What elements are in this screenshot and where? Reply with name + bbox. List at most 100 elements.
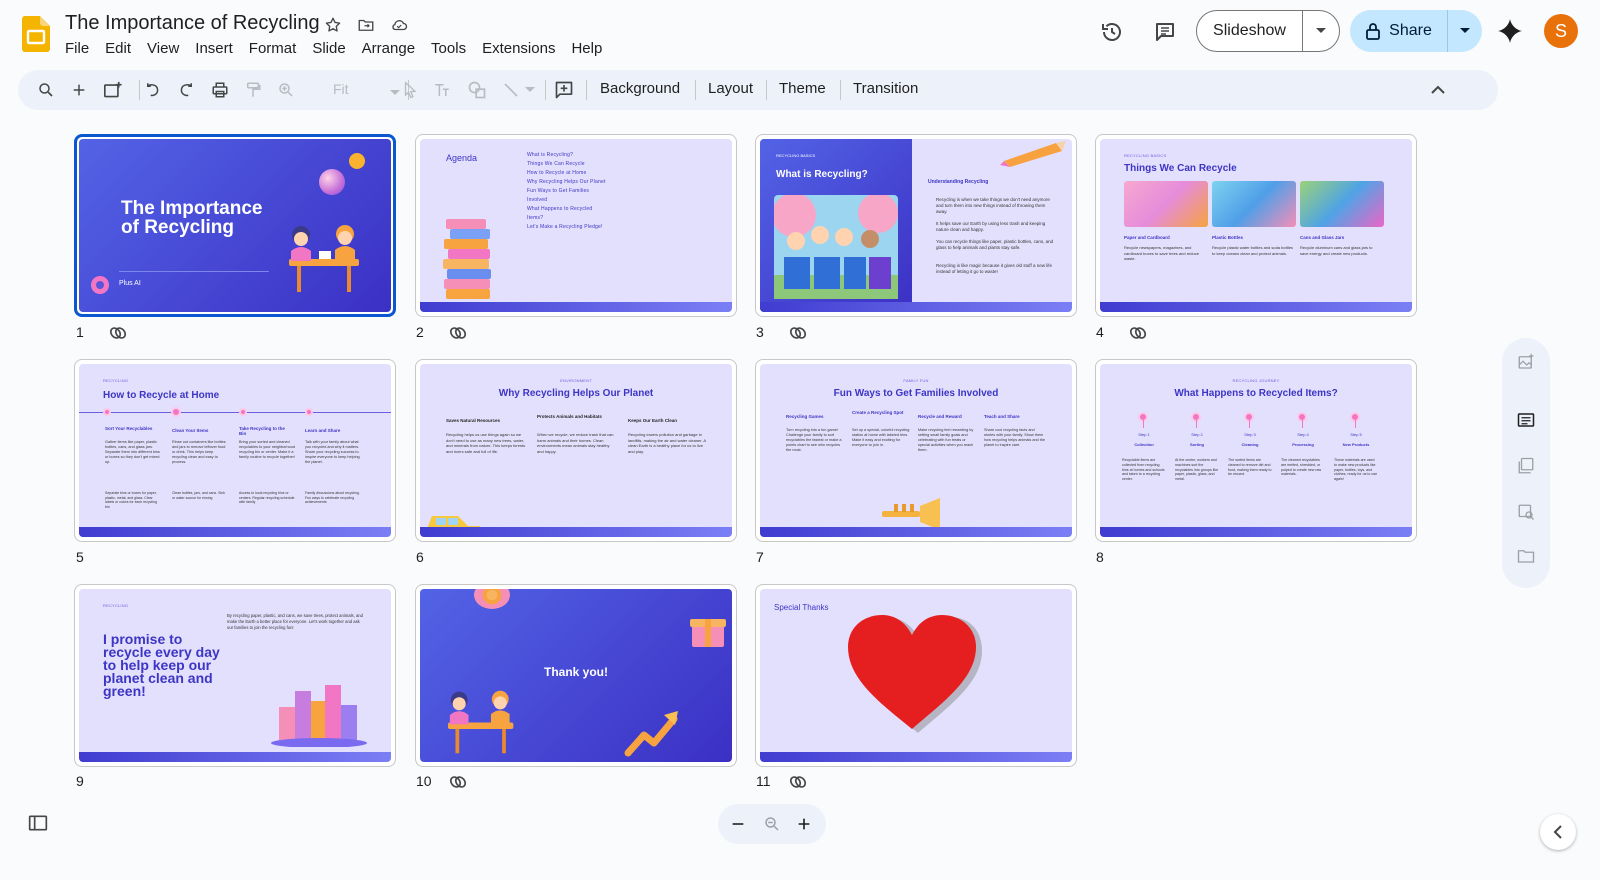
step-name: Sorting xyxy=(1190,442,1204,447)
slide-footer-bar xyxy=(420,527,732,537)
plus-icon[interactable] xyxy=(65,76,93,104)
slide-7-col-text: Turn recycling into a fun game! Challeng… xyxy=(786,428,842,452)
kids-at-table-illustration xyxy=(289,225,359,292)
slide-thumbnail-2[interactable]: Agenda What is Recycling? Things We Can … xyxy=(415,134,737,317)
text-box-icon[interactable] xyxy=(428,76,456,104)
move-to-folder-icon[interactable] xyxy=(355,14,377,36)
redo-icon[interactable] xyxy=(172,76,200,104)
paint-format-icon[interactable] xyxy=(239,76,267,104)
slide-8-section: RECYCLING JOURNEY xyxy=(1232,378,1280,383)
slide-thumbnail-7[interactable]: FAMILY FUN Fun Ways to Get Families Invo… xyxy=(755,359,1077,542)
step-label: Step 3 xyxy=(1244,432,1256,437)
transition-button[interactable]: Transition xyxy=(853,80,918,97)
avatar[interactable]: S xyxy=(1544,14,1578,48)
slide-8-title: What Happens to Recycled Items? xyxy=(1174,388,1338,399)
menu-file[interactable]: File xyxy=(57,38,97,59)
print-icon[interactable] xyxy=(206,76,234,104)
layout-button[interactable]: Layout xyxy=(708,80,753,97)
chevron-left-icon[interactable] xyxy=(1540,814,1576,850)
menu-insert[interactable]: Insert xyxy=(187,38,241,59)
link-icon[interactable] xyxy=(448,323,468,343)
collapse-toolbar-icon[interactable] xyxy=(1424,76,1452,104)
slide-5-canvas: RECYCLING How to Recycle at Home Sort Yo… xyxy=(79,364,391,537)
slide-thumbnail-5[interactable]: RECYCLING How to Recycle at Home Sort Yo… xyxy=(74,359,396,542)
zoom-in-icon[interactable] xyxy=(794,814,814,834)
slide-4-col-heading: Paper and Cardboard xyxy=(1124,235,1170,240)
new-slide-icon[interactable] xyxy=(99,76,127,104)
zoom-reset-icon[interactable] xyxy=(762,814,782,834)
slide-thumbnail-8[interactable]: RECYCLING JOURNEY What Happens to Recycl… xyxy=(1095,359,1417,542)
slide-6-section: ENVIRONMENT xyxy=(560,378,592,383)
step-stem xyxy=(1196,420,1197,428)
step-name: New Products xyxy=(1342,442,1370,447)
slide-thumbnail-1[interactable]: The Importance of Recycling Plus AI xyxy=(74,134,396,317)
agenda-item: What Happens to Recycled Items? xyxy=(527,206,593,221)
slide-footer-bar xyxy=(760,527,1072,537)
gemini-icon[interactable] xyxy=(1496,17,1524,45)
share-button[interactable]: Share xyxy=(1350,10,1448,52)
menu-edit[interactable]: Edit xyxy=(97,38,139,59)
menu-tools[interactable]: Tools xyxy=(423,38,474,59)
menu-arrange[interactable]: Arrange xyxy=(354,38,423,59)
slide-number: 1 xyxy=(76,324,84,340)
share-options-button[interactable] xyxy=(1448,10,1482,52)
slide-5-col-heading: Sort Your Recyclables xyxy=(105,426,153,431)
folder-icon[interactable] xyxy=(1516,546,1536,566)
slide-thumbnail-6[interactable]: ENVIRONMENT Why Recycling Helps Our Plan… xyxy=(415,359,737,542)
speaker-notes-panel-icon[interactable] xyxy=(1516,410,1536,430)
undo-icon[interactable] xyxy=(139,76,167,104)
link-icon[interactable] xyxy=(1128,323,1148,343)
slideshow-button[interactable]: Slideshow xyxy=(1197,11,1303,51)
select-icon[interactable] xyxy=(396,76,424,104)
document-title[interactable]: The Importance of Recycling xyxy=(65,12,320,35)
image-search-icon[interactable] xyxy=(1516,502,1536,522)
slide-thumbnail-9[interactable]: RECYCLING I promise to recycle every day… xyxy=(74,584,396,767)
donut-illustration xyxy=(474,589,510,609)
decorative-sphere xyxy=(319,169,345,195)
zoom-select[interactable]: Fit xyxy=(333,81,349,97)
slide-thumbnail-4[interactable]: RECYCLING BASICS Things We Can Recycle P… xyxy=(1095,134,1417,317)
search-icon[interactable] xyxy=(32,76,60,104)
slide-thumbnail-11[interactable]: Special Thanks xyxy=(755,584,1077,767)
cloud-saved-icon[interactable] xyxy=(388,14,410,36)
menu-format[interactable]: Format xyxy=(241,38,305,59)
slide-footer-bar xyxy=(420,302,732,312)
star-icon[interactable] xyxy=(322,14,344,36)
slide-3-subtitle: Understanding Recycling xyxy=(928,179,989,185)
slide-7-canvas: FAMILY FUN Fun Ways to Get Families Invo… xyxy=(760,364,1072,537)
slideshow-options-button[interactable] xyxy=(1303,11,1339,51)
slide-7-col-heading: Create a Recycling Spot xyxy=(852,410,904,415)
link-icon[interactable] xyxy=(788,323,808,343)
paper-stack-image xyxy=(1124,181,1208,227)
shape-icon[interactable] xyxy=(463,76,491,104)
google-slides-logo[interactable] xyxy=(22,16,50,52)
slide-6-col-heading: Saves Natural Resources xyxy=(446,418,501,423)
link-icon[interactable] xyxy=(788,772,808,792)
comment-add-icon[interactable] xyxy=(550,76,578,104)
menu-extensions[interactable]: Extensions xyxy=(474,38,563,59)
link-icon[interactable] xyxy=(448,772,468,792)
speaker-notes-toggle-icon[interactable] xyxy=(28,814,48,832)
menu-slide[interactable]: Slide xyxy=(304,38,353,59)
menu-help[interactable]: Help xyxy=(563,38,610,59)
background-button[interactable]: Background xyxy=(600,80,680,97)
zoom-icon[interactable] xyxy=(272,76,300,104)
comment-icon[interactable] xyxy=(1150,17,1180,47)
slide-thumbnail-10[interactable]: Thank you! xyxy=(415,584,737,767)
link-icon[interactable] xyxy=(108,323,128,343)
menu-view[interactable]: View xyxy=(139,38,187,59)
step-text: Recyclable items are collected from recy… xyxy=(1122,458,1165,482)
chevron-down-icon[interactable] xyxy=(521,76,539,104)
side-panel xyxy=(1502,338,1550,588)
slide-number: 4 xyxy=(1096,324,1104,340)
slide-5-col-text: Bring your sorted and cleaned recyclable… xyxy=(239,440,295,459)
generate-image-icon[interactable] xyxy=(1516,352,1536,372)
share-group: Share xyxy=(1350,10,1482,52)
slide-thumbnail-3[interactable]: RECYCLING BASICS What is Recycling? Unde… xyxy=(755,134,1077,317)
menu-bar: File Edit View Insert Format Slide Arran… xyxy=(57,38,610,59)
decorative-sun-shape xyxy=(349,153,365,169)
theme-button[interactable]: Theme xyxy=(779,80,826,97)
layers-icon[interactable] xyxy=(1516,456,1536,476)
zoom-out-icon[interactable] xyxy=(728,814,748,834)
version-history-icon[interactable] xyxy=(1097,17,1127,47)
